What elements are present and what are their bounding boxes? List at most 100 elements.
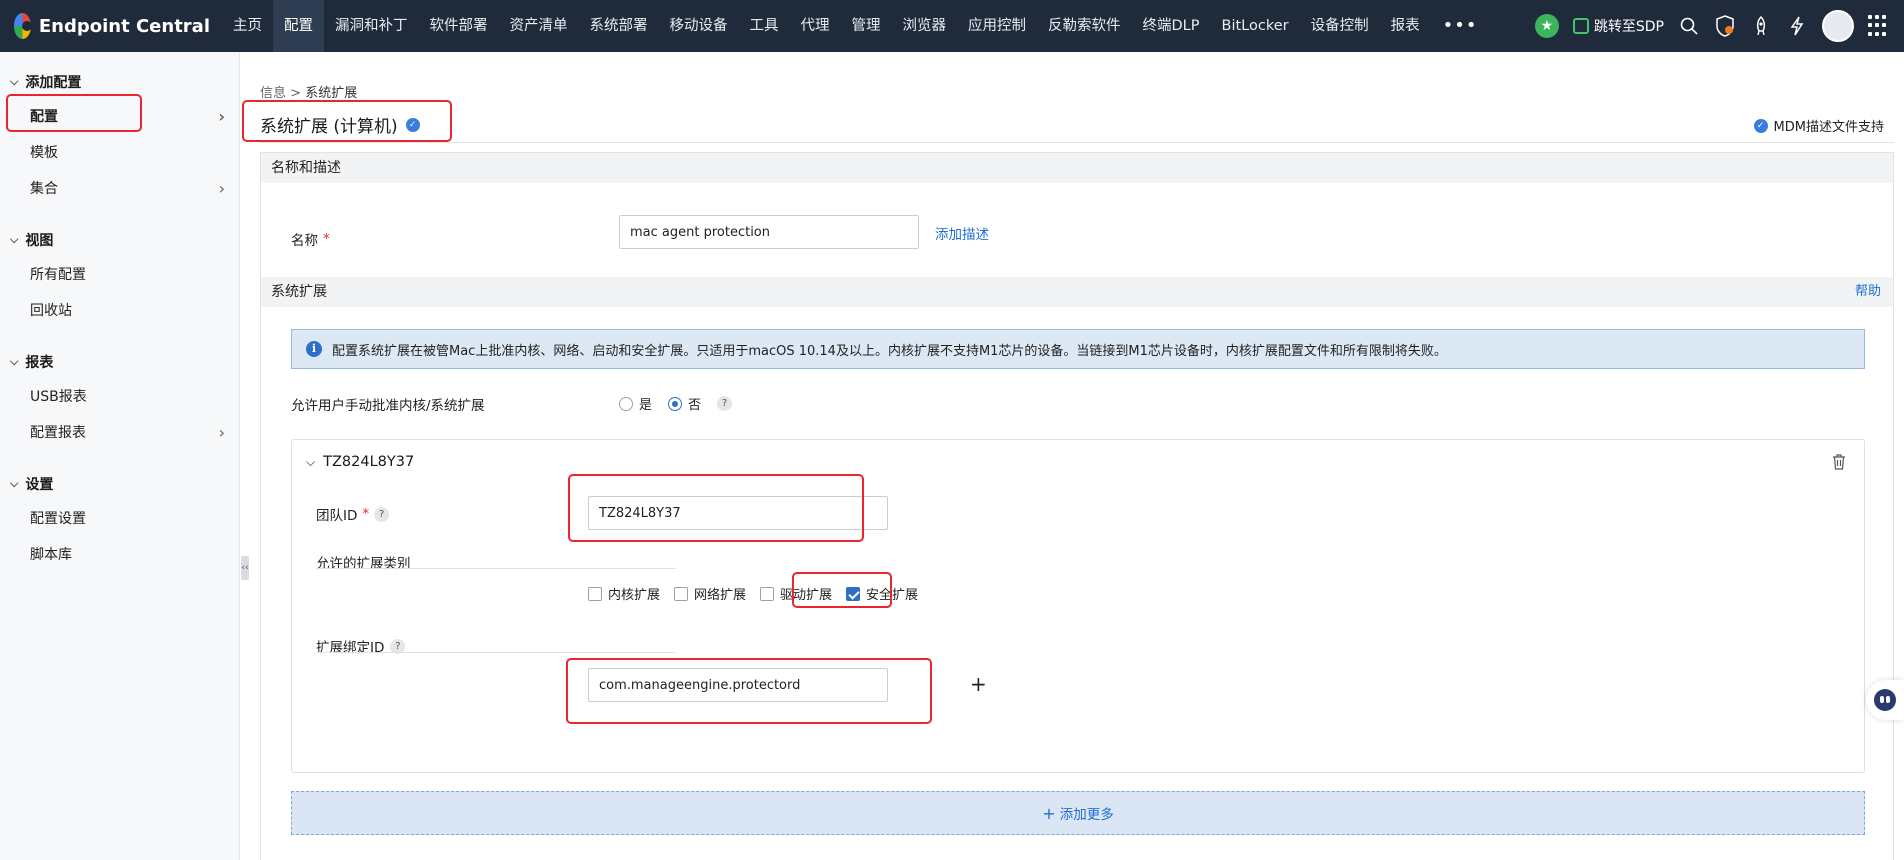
verified-icon: ✓	[1753, 118, 1768, 133]
nav-agent[interactable]: 代理	[790, 0, 841, 52]
chevron-down-icon: ⌵	[10, 233, 19, 246]
help-question-icon[interactable]: ?	[717, 396, 733, 411]
info-icon: i	[306, 341, 322, 357]
lightning-icon[interactable]	[1786, 15, 1808, 37]
chevron-down-icon: ⌵	[306, 454, 316, 469]
checkbox-kernel-extension[interactable]: 内核扩展	[588, 584, 660, 603]
name-input[interactable]	[619, 215, 919, 249]
checkbox-network-extension[interactable]: 网络扩展	[674, 584, 746, 603]
star-icon[interactable]: ★	[1534, 14, 1559, 38]
app-logo-icon	[14, 13, 32, 39]
help-question-icon[interactable]: ?	[374, 506, 390, 522]
nav-mobile-devices[interactable]: 移动设备	[659, 0, 739, 52]
nav-reports[interactable]: 报表	[1380, 0, 1431, 52]
sidebar: ⌵ 添加配置 配置 › 模板 集合 › ⌵ 视图 所有配置 回收站 ⌵ 报表 U…	[0, 52, 240, 860]
breadcrumb: 信息 > 系统扩展	[260, 82, 357, 101]
divider	[260, 142, 1894, 143]
bundle-id-input[interactable]	[588, 668, 888, 702]
main-nav: 主页 配置 漏洞和补丁 软件部署 资产清单 系统部署 移动设备 工具 代理 管理…	[222, 0, 1489, 52]
checkbox-security-extension[interactable]: 安全扩展	[846, 584, 918, 603]
add-bundle-id-plus-icon[interactable]: +	[970, 672, 987, 696]
nav-more-button[interactable]: •••	[1431, 0, 1490, 52]
nav-device-control[interactable]: 设备控制	[1300, 0, 1380, 52]
shield-alert-icon[interactable]	[1714, 15, 1736, 37]
nav-app-control[interactable]: 应用控制	[957, 0, 1037, 52]
team-extension-card: ⌵ TZ824L8Y37 团队ID* ? 允许的扩展类别 内核扩展	[291, 439, 1865, 773]
divider	[316, 568, 676, 569]
page-title: 系统扩展 (计算机) ✓	[260, 112, 420, 137]
sidebar-section-settings[interactable]: ⌵ 设置	[10, 474, 53, 494]
jump-to-sdp-link[interactable]: 跳转至SDP	[1572, 16, 1664, 36]
team-id-label: 团队ID * ?	[316, 504, 390, 524]
bundle-id-label: 扩展绑定ID ?	[316, 636, 406, 656]
info-banner: i 配置系统扩展在被管Mac上批准内核、网络、启动和安全扩展。只适用于macOS…	[291, 329, 1865, 369]
config-panel: 名称和描述 名称* 添加描述 系统扩展 帮助 i 配置系统扩展在被管Mac上批准…	[260, 152, 1894, 860]
add-more-button[interactable]: + 添加更多	[291, 791, 1865, 835]
name-label: 名称 *	[291, 231, 330, 249]
divider	[316, 652, 676, 653]
sdp-icon	[1572, 18, 1589, 34]
nav-vulnerabilities-patches[interactable]: 漏洞和补丁	[324, 0, 419, 52]
help-link[interactable]: 帮助	[1855, 277, 1881, 307]
trash-icon[interactable]	[1832, 454, 1846, 470]
breadcrumb-current: 系统扩展	[305, 86, 358, 101]
chevron-down-icon: ⌵	[10, 477, 19, 490]
nav-inventory[interactable]: 资产清单	[499, 0, 579, 52]
sidebar-item-configurations[interactable]: 配置 ›	[30, 106, 225, 126]
chevron-right-icon: ›	[218, 422, 225, 442]
add-description-link[interactable]: 添加描述	[935, 223, 989, 243]
assistant-bot-icon[interactable]	[1866, 680, 1904, 720]
radio-no[interactable]	[668, 396, 683, 411]
nav-tools[interactable]: 工具	[739, 0, 790, 52]
verified-icon: ✓	[405, 117, 420, 132]
sdp-label: 跳转至SDP	[1593, 19, 1664, 35]
nav-bitlocker[interactable]: BitLocker	[1211, 0, 1300, 52]
allow-user-approval-radio-group: 是 否 ?	[619, 394, 733, 413]
extension-types-label: 允许的扩展类别	[316, 556, 411, 572]
sidebar-collapse-handle[interactable]: ‹‹	[241, 556, 249, 580]
breadcrumb-separator: >	[290, 86, 302, 101]
sidebar-item-config-reports[interactable]: 配置报表 ›	[30, 422, 225, 442]
sidebar-item-usb-reports[interactable]: USB报表	[30, 386, 225, 406]
breadcrumb-parent[interactable]: 信息	[260, 86, 286, 101]
nav-configurations[interactable]: 配置	[273, 0, 324, 52]
user-avatar[interactable]	[1822, 10, 1854, 42]
nav-os-deployment[interactable]: 系统部署	[579, 0, 659, 52]
nav-home[interactable]: 主页	[222, 0, 273, 52]
top-navigation-bar: Endpoint Central 主页 配置 漏洞和补丁 软件部署 资产清单 系…	[0, 0, 1904, 52]
team-card-header[interactable]: ⌵ TZ824L8Y37	[306, 454, 414, 470]
sidebar-item-recycle-bin[interactable]: 回收站	[30, 300, 225, 320]
main-content: 信息 > 系统扩展 系统扩展 (计算机) ✓ ✓ MDM描述文件支持 名称和描述…	[242, 52, 1904, 860]
allow-user-approval-label: 允许用户手动批准内核/系统扩展	[291, 398, 485, 414]
rocket-icon[interactable]	[1750, 15, 1772, 37]
nav-software-deployment[interactable]: 软件部署	[419, 0, 499, 52]
extension-types-checkboxes: 内核扩展 网络扩展 驱动扩展 安全扩展	[588, 584, 932, 603]
team-id-input[interactable]	[588, 496, 888, 530]
radio-yes[interactable]	[619, 396, 633, 411]
sidebar-section-add-config[interactable]: ⌵ 添加配置	[10, 72, 81, 92]
sidebar-section-reports[interactable]: ⌵ 报表	[10, 352, 53, 372]
app-name: Endpoint Central	[38, 15, 210, 37]
plus-icon: +	[1042, 803, 1056, 823]
checkbox-driver-extension[interactable]: 驱动扩展	[760, 584, 832, 603]
section-header-system-extensions: 系统扩展 帮助	[261, 277, 1893, 307]
chevron-down-icon: ⌵	[10, 75, 19, 88]
mdm-profile-support[interactable]: ✓ MDM描述文件支持	[1753, 116, 1884, 135]
chevron-right-icon: ›	[218, 106, 225, 126]
nav-admin[interactable]: 管理	[841, 0, 892, 52]
search-icon[interactable]	[1678, 15, 1700, 37]
nav-browsers[interactable]: 浏览器	[892, 0, 958, 52]
sidebar-item-collections[interactable]: 集合 ›	[30, 178, 225, 198]
nav-endpoint-dlp[interactable]: 终端DLP	[1132, 0, 1211, 52]
sidebar-item-all-configurations[interactable]: 所有配置	[30, 264, 225, 284]
sidebar-section-views[interactable]: ⌵ 视图	[10, 230, 53, 250]
chevron-down-icon: ⌵	[10, 355, 19, 368]
sidebar-item-script-repository[interactable]: 脚本库	[30, 544, 225, 564]
app-grid-icon[interactable]	[1868, 15, 1890, 37]
section-header-name: 名称和描述	[261, 153, 1893, 183]
sidebar-item-config-settings[interactable]: 配置设置	[30, 508, 225, 528]
top-right-tools: ★ 跳转至SDP	[1534, 0, 1890, 52]
nav-anti-ransomware[interactable]: 反勒索软件	[1037, 0, 1132, 52]
brand[interactable]: Endpoint Central	[0, 13, 210, 39]
sidebar-item-templates[interactable]: 模板	[30, 142, 225, 162]
